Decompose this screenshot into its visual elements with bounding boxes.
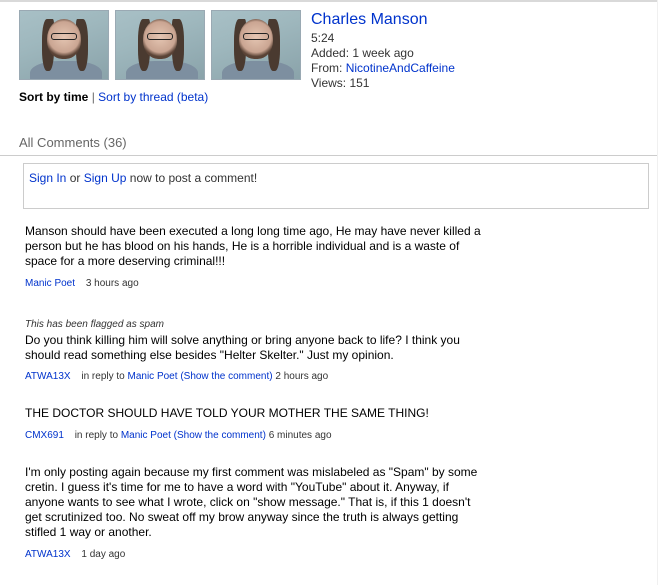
- comment-item: THE DOCTOR SHOULD HAVE TOLD YOUR MOTHER …: [25, 406, 485, 443]
- spam-flag-notice: This has been flagged as spam: [25, 319, 164, 330]
- in-reply-to-label: in reply to: [74, 430, 119, 441]
- comment-meta: ATWA13X 1 day ago: [25, 547, 485, 562]
- comments-header: All Comments (36): [19, 135, 127, 150]
- comment-time: 3 hours ago: [85, 278, 139, 289]
- sign-in-link[interactable]: Sign In: [29, 171, 66, 185]
- show-the-comment-link[interactable]: (Show the comment): [174, 430, 266, 441]
- comment-time: 1 day ago: [81, 549, 126, 560]
- sort-separator: |: [91, 90, 95, 104]
- video-added: Added: 1 week ago: [311, 46, 414, 60]
- signin-prompt-box: Sign In or Sign Up now to post a comment…: [23, 163, 649, 209]
- video-thumbnail[interactable]: [115, 10, 205, 80]
- video-thumbnail[interactable]: [19, 10, 109, 80]
- comment-item: Manson should have been executed a long …: [25, 224, 485, 291]
- comment-author-link[interactable]: CMX691: [25, 430, 64, 441]
- comment-item: I'm only posting again because my first …: [25, 465, 485, 562]
- comment-body: Do you think killing him will solve anyt…: [25, 333, 460, 362]
- signin-or: or: [69, 171, 81, 185]
- comment-meta: Manic Poet 3 hours ago: [25, 276, 485, 291]
- video-title-link[interactable]: Charles Manson: [311, 10, 455, 30]
- video-thumbnail[interactable]: [211, 10, 301, 80]
- comments-divider: [0, 155, 658, 156]
- video-from: From: NicotineAndCaffeine: [311, 61, 455, 76]
- comment-body: I'm only posting again because my first …: [25, 465, 478, 539]
- top-divider: [0, 0, 658, 2]
- in-reply-to-user-link[interactable]: Manic Poet: [128, 371, 178, 382]
- from-label: From:: [311, 61, 343, 75]
- comment-author-link[interactable]: Manic Poet: [25, 278, 75, 289]
- comment-time: 2 hours ago: [275, 371, 329, 382]
- comment-body: Manson should have been executed a long …: [25, 224, 481, 268]
- comment-meta: CMX691 in reply to Manic Poet (Show the …: [25, 428, 485, 443]
- comment-time: 6 minutes ago: [268, 430, 332, 441]
- uploader-link[interactable]: NicotineAndCaffeine: [346, 61, 455, 75]
- sort-by-thread-link[interactable]: Sort by thread (beta): [98, 90, 208, 104]
- video-duration: 5:24: [311, 31, 335, 45]
- in-reply-to-user-link[interactable]: Manic Poet: [121, 430, 171, 441]
- sort-bar: Sort by time | Sort by thread (beta): [19, 90, 208, 104]
- comment-author-link[interactable]: ATWA13X: [25, 549, 71, 560]
- comment-item: This has been flagged as spam Do you thi…: [25, 317, 485, 384]
- show-the-comment-link[interactable]: (Show the comment): [180, 371, 272, 382]
- sign-up-link[interactable]: Sign Up: [84, 171, 127, 185]
- comment-author-link[interactable]: ATWA13X: [25, 371, 71, 382]
- signin-suffix: now to post a comment!: [129, 171, 258, 185]
- sort-by-time: Sort by time: [19, 90, 89, 104]
- comment-meta: ATWA13X in reply to Manic Poet (Show the…: [25, 369, 485, 384]
- comment-body: THE DOCTOR SHOULD HAVE TOLD YOUR MOTHER …: [25, 406, 429, 420]
- in-reply-to-label: in reply to: [81, 371, 125, 382]
- video-views: Views: 151: [311, 76, 370, 90]
- video-info: Charles Manson 5:24 Added: 1 week ago Fr…: [311, 10, 455, 91]
